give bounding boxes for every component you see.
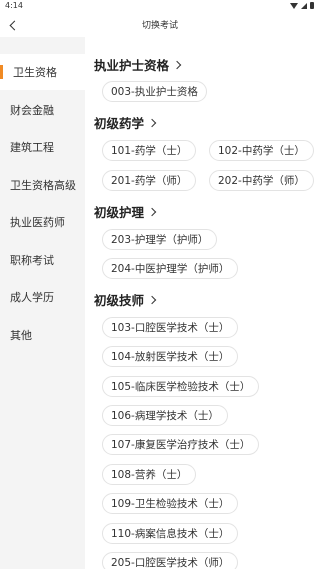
- exam-chip[interactable]: 106-病理学技术（士）: [102, 405, 228, 426]
- exam-chip[interactable]: 104-放射医学技术（士）: [102, 346, 239, 367]
- exam-chip[interactable]: 105-临床医学检验技术（士）: [102, 376, 260, 397]
- section-header[interactable]: 初级药学: [94, 113, 157, 132]
- sidebar-item-label: 卫生资格高级: [10, 179, 76, 192]
- section-header[interactable]: 初级护理: [94, 202, 157, 221]
- exam-chip[interactable]: 108-营养（士）: [102, 464, 197, 485]
- exam-chip[interactable]: 107-康复医学治疗技术（士）: [102, 434, 260, 455]
- sidebar-item-label: 其他: [10, 329, 32, 342]
- exam-chip[interactable]: 103-口腔医学技术（士）: [102, 317, 239, 338]
- sidebar-item-label: 建筑工程: [10, 141, 54, 154]
- section-title: 初级护理: [94, 205, 145, 220]
- exam-chip[interactable]: 101-药学（士）: [102, 140, 197, 161]
- sidebar-item-qita[interactable]: 其他: [0, 317, 85, 353]
- sidebar-item-yaoshi[interactable]: 执业医药师: [0, 204, 85, 240]
- exam-chip[interactable]: 102-中药学（士）: [209, 140, 314, 161]
- exam-chip[interactable]: 203-护理学（护师）: [102, 229, 218, 250]
- chevron-right-icon: [147, 207, 157, 216]
- status-bar: 4:14: [0, 0, 320, 13]
- battery-icon: [310, 2, 314, 9]
- status-icons: [290, 2, 314, 9]
- chevron-right-icon: [147, 295, 157, 304]
- sidebar-item-label: 执业医药师: [10, 216, 65, 229]
- exam-chip[interactable]: 202-中药学（师）: [209, 170, 314, 191]
- section-header[interactable]: 初级技师: [94, 290, 157, 309]
- chevron-right-icon: [147, 118, 157, 127]
- active-indicator: [0, 65, 3, 79]
- sidebar-item-zhicheng[interactable]: 职称考试: [0, 242, 85, 278]
- section-title: 初级技师: [94, 293, 145, 308]
- exam-chip[interactable]: 204-中医护理学（护师）: [102, 258, 239, 279]
- sidebar-item-jianzhu[interactable]: 建筑工程: [0, 129, 85, 165]
- sidebar-item-caikuai[interactable]: 财会金融: [0, 92, 85, 128]
- section-title: 执业护士资格: [94, 58, 170, 73]
- category-sidebar: 卫生资格 财会金融 建筑工程 卫生资格高级 执业医药师 职称考试 成人学历 其他: [0, 37, 85, 569]
- exam-chip[interactable]: 003-执业护士资格: [102, 81, 207, 102]
- sidebar-item-label: 卫生资格: [13, 66, 57, 79]
- header-bar: 切换考试: [0, 13, 320, 37]
- sidebar-item-label: 财会金融: [10, 104, 54, 117]
- exam-chip[interactable]: 110-病案信息技术（士）: [102, 523, 239, 544]
- wifi-icon: [290, 2, 298, 9]
- sidebar-item-weisheng[interactable]: 卫生资格: [0, 54, 85, 90]
- exam-chip[interactable]: 205-口腔医学技术（师）: [102, 552, 239, 569]
- exam-list: 执业护士资格 003-执业护士资格 初级药学 101-药学（士） 102-中药学…: [85, 37, 320, 569]
- status-time: 4:14: [5, 1, 23, 10]
- section-header[interactable]: 执业护士资格: [94, 55, 182, 74]
- sidebar-item-weisheng-gaoji[interactable]: 卫生资格高级: [0, 167, 85, 203]
- section-title: 初级药学: [94, 116, 145, 131]
- exam-chip[interactable]: 201-药学（师）: [102, 170, 197, 191]
- page-title: 切换考试: [141, 21, 178, 31]
- sidebar-item-label: 职称考试: [10, 254, 54, 267]
- signal-icon: [301, 2, 307, 9]
- exam-chip[interactable]: 109-卫生检验技术（士）: [102, 493, 239, 514]
- sidebar-item-label: 成人学历: [10, 291, 54, 304]
- sidebar-item-chengren[interactable]: 成人学历: [0, 279, 85, 315]
- chevron-right-icon: [172, 60, 182, 69]
